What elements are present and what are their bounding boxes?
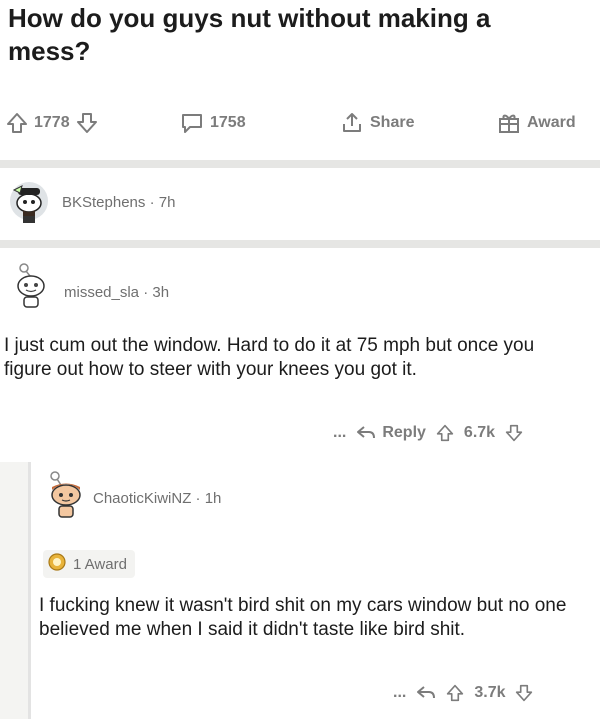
upvote-arrow-icon[interactable] xyxy=(436,424,454,442)
gift-icon xyxy=(497,111,521,135)
reply-arrow-icon xyxy=(416,684,436,702)
share-button[interactable]: Share xyxy=(340,112,414,134)
award-label: Award xyxy=(527,114,576,131)
comment-age: 7h xyxy=(158,194,176,211)
share-label: Share xyxy=(370,114,415,131)
snoo-avatar[interactable] xyxy=(41,470,91,520)
comment-age: 1h xyxy=(204,490,222,507)
snoo-avatar[interactable] xyxy=(6,260,56,310)
award-count: 1 Award xyxy=(73,555,127,573)
post-card: How do you guys nut without making a mes… xyxy=(0,0,600,160)
comments-button[interactable]: 1758 xyxy=(180,112,246,134)
post-action-bar: 1778 1758 Share Award xyxy=(0,104,600,140)
post-vote-count: 1778 xyxy=(34,114,70,131)
comment-meta: BKStephens · 7h xyxy=(62,194,175,211)
award-button[interactable]: Award xyxy=(497,112,576,134)
upvote-arrow-icon[interactable] xyxy=(6,112,28,134)
comment-score: 6.7k xyxy=(463,424,496,441)
comment-age: 3h xyxy=(152,284,170,301)
section-divider xyxy=(0,160,600,168)
comment-missed-sla: missed_sla · 3h I just cum out the windo… xyxy=(0,248,600,462)
reply-label: Reply xyxy=(382,424,426,441)
section-divider xyxy=(0,240,600,248)
reply-button[interactable] xyxy=(416,684,436,702)
upvote-arrow-icon[interactable] xyxy=(446,684,464,702)
comment-count: 1758 xyxy=(210,114,246,131)
post-title: How do you guys nut without making a mes… xyxy=(8,3,491,66)
award-badge[interactable]: 1 Award xyxy=(43,550,135,578)
vote-group: 1778 xyxy=(6,112,98,134)
reply-button[interactable]: Reply xyxy=(356,424,426,442)
comment-bkstephens: BKStephens · 7h xyxy=(0,168,600,240)
nested-reply: ChaoticKiwiNZ · 1h 1 Award I fucking kne… xyxy=(28,462,600,719)
comment-bubble-icon xyxy=(180,112,204,134)
more-options-button[interactable]: ... xyxy=(333,424,346,442)
downvote-arrow-icon[interactable] xyxy=(505,424,523,442)
downvote-arrow-icon[interactable] xyxy=(515,684,533,702)
comment-body: I fucking knew it wasn't bird shit on my… xyxy=(39,595,567,640)
comment-score: 3.7k xyxy=(474,684,506,701)
meta-separator: · xyxy=(149,194,155,211)
comment-username[interactable]: ChaoticKiwiNZ xyxy=(93,490,191,507)
snoo-avatar[interactable] xyxy=(4,176,54,226)
comment-meta: missed_sla · 3h xyxy=(64,284,169,301)
meta-separator: · xyxy=(143,284,149,301)
share-icon xyxy=(340,111,364,135)
comment-action-bar: ... Reply 6.7k xyxy=(333,424,523,442)
downvote-arrow-icon[interactable] xyxy=(76,112,98,134)
reply-arrow-icon xyxy=(356,424,376,442)
more-options-button[interactable]: ... xyxy=(393,684,406,702)
comment-username[interactable]: BKStephens xyxy=(62,194,145,211)
comment-body: I just cum out the window. Hard to do it… xyxy=(4,335,535,380)
comment-username[interactable]: missed_sla xyxy=(64,284,139,301)
reddit-thread-page: How do you guys nut without making a mes… xyxy=(0,0,600,719)
award-icon xyxy=(47,552,67,576)
comment-meta: ChaoticKiwiNZ · 1h xyxy=(93,490,221,507)
meta-separator: · xyxy=(195,490,201,507)
comment-action-bar: ... 3.7k xyxy=(393,684,533,702)
